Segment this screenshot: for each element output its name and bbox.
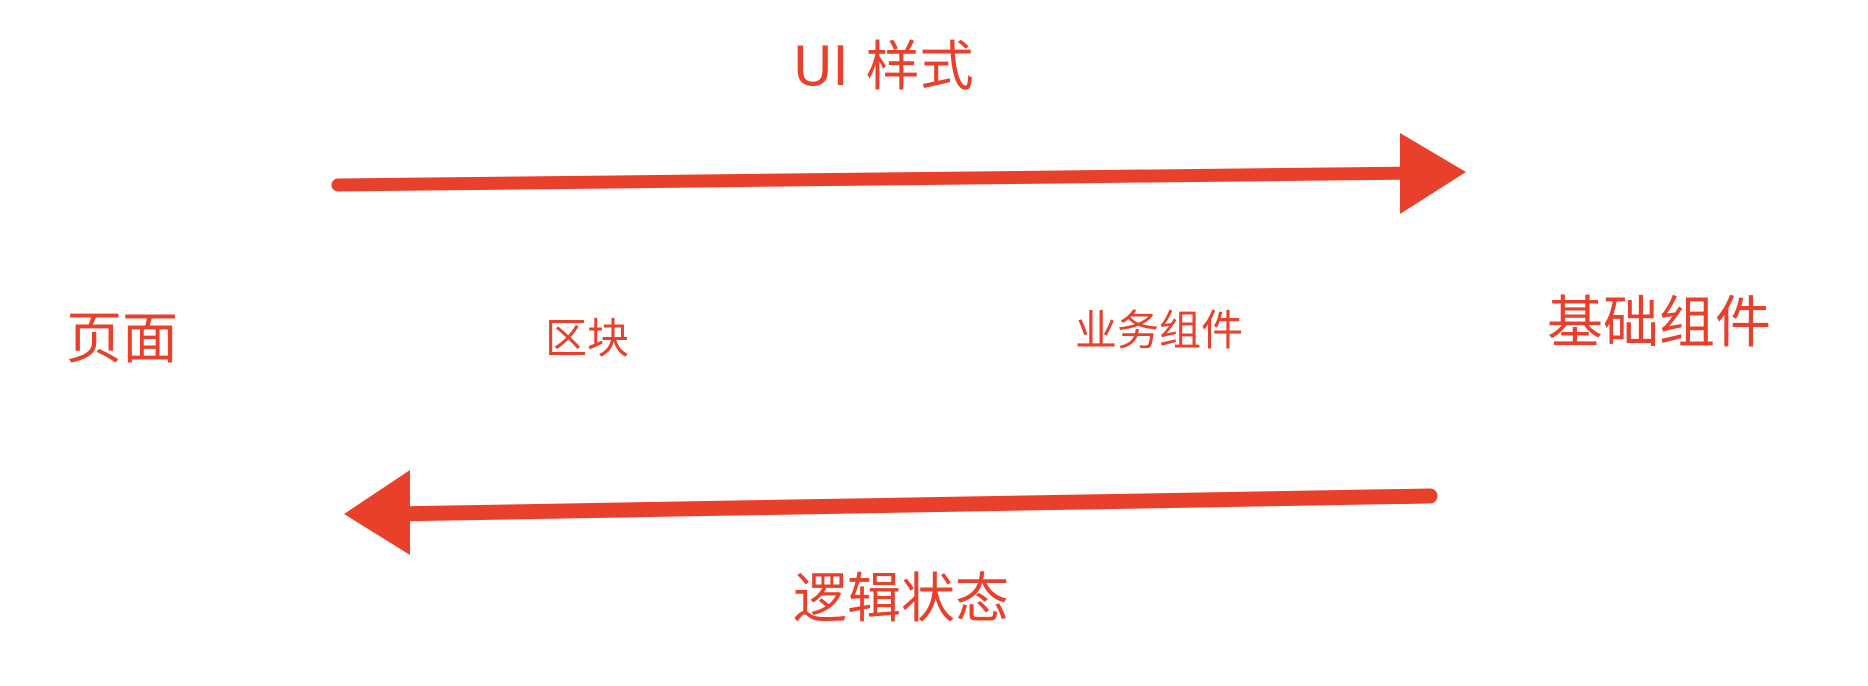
left-arrow-head: [344, 470, 410, 555]
logic-state-label: 逻辑状态: [793, 567, 1009, 630]
left-arrow-shaft: [382, 488, 1438, 522]
